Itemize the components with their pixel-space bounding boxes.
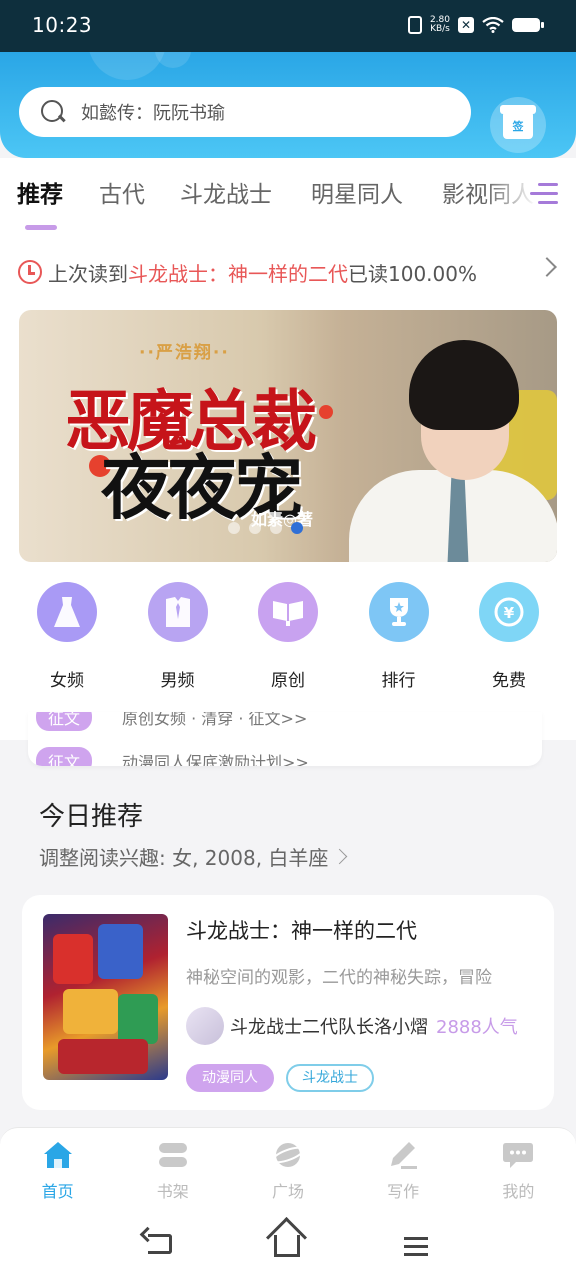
announcement-strip[interactable]: 征文 原创女频 · 清穿 · 征文>> 征文 动漫同人保底激励计划>> — [28, 712, 542, 766]
category-shortcuts: 女频 男频 原创 排行 ¥ 免费 — [12, 582, 564, 692]
chevron-right-icon — [332, 848, 348, 865]
last-read-book: 斗龙战士：神一样的二代 — [128, 261, 348, 286]
announcement-tag: 征文 — [36, 712, 93, 731]
tab-menu-icon[interactable] — [530, 182, 558, 206]
tab-dragon-warriors[interactable]: 斗龙战士 — [180, 175, 272, 209]
open-book-icon — [258, 582, 318, 642]
today-recommend-title: 今日推荐 — [39, 802, 144, 832]
book-author[interactable]: 斗龙战士二代队长洛小熠 — [230, 1013, 428, 1039]
notification-x-icon: ✕ — [458, 17, 474, 33]
daily-sign-in-button[interactable]: 签 — [490, 97, 546, 153]
nav-home[interactable]: 首页 — [8, 1128, 108, 1213]
banner-pagination — [228, 522, 303, 534]
book-author-row: 斗龙战士二代队长洛小熠 2888人气 — [186, 1007, 518, 1045]
announcement-tag: 征文 — [36, 747, 93, 766]
pagination-dot-active[interactable] — [291, 522, 303, 534]
status-icons: 2.80 KB/s ✕ — [407, 16, 544, 34]
decor-bubble — [155, 52, 191, 68]
nav-write[interactable]: 写作 — [353, 1128, 453, 1213]
reading-interest-link[interactable]: 调整阅读兴趣: 女, 2008, 白羊座 — [39, 842, 348, 871]
tab-celebrity-fanfic[interactable]: 明星同人 — [311, 175, 403, 209]
last-read-progress: 已读100.00% — [348, 261, 477, 286]
tab-ancient[interactable]: 古代 — [99, 175, 145, 209]
gift-icon: 签 — [500, 105, 536, 139]
category-free[interactable]: ¥ 免费 — [454, 582, 564, 692]
sign-in-label: 签 — [512, 120, 524, 133]
pagination-dot[interactable] — [270, 522, 282, 534]
pagination-dot[interactable] — [249, 522, 261, 534]
category-label: 免费 — [492, 671, 526, 691]
category-male[interactable]: 男频 — [123, 582, 233, 692]
search-icon — [41, 100, 65, 124]
flower-decor — [319, 405, 333, 419]
reading-interest-text: 调整阅读兴趣: 女, 2008, 白羊座 — [39, 846, 329, 870]
category-original[interactable]: 原创 — [233, 582, 343, 692]
header: 如懿传：阮阮书瑜 签 — [0, 52, 576, 158]
nav-label: 写作 — [387, 1182, 420, 1201]
bottom-navigation: 首页 书架 广场 写作 我的 — [0, 1127, 576, 1213]
decor-bubble — [88, 52, 166, 80]
active-tab-indicator — [25, 225, 57, 230]
category-label: 排行 — [381, 671, 416, 691]
avatar[interactable] — [186, 1007, 224, 1045]
book-tag[interactable]: 动漫同人 — [186, 1064, 274, 1092]
tab-recommend[interactable]: 推荐 — [17, 175, 63, 209]
book-tag[interactable]: 斗龙战士 — [286, 1064, 374, 1092]
book-description: 神秘空间的观影，二代的神秘失踪，冒险 — [186, 968, 492, 988]
book-cover[interactable] — [43, 914, 168, 1080]
category-label: 男频 — [160, 671, 195, 691]
banner-person-image — [349, 330, 557, 562]
nav-square[interactable]: 广场 — [238, 1128, 338, 1213]
planet-icon — [271, 1143, 304, 1167]
announcement-text: 原创女频 · 清穿 · 征文>> — [122, 712, 308, 728]
bookshelf-icon — [158, 1143, 187, 1167]
vibrate-icon — [407, 16, 422, 34]
shirt-icon — [147, 582, 208, 642]
net-speed-unit: KB/s — [430, 24, 450, 34]
book-title[interactable]: 斗龙战士：神一样的二代 — [186, 915, 417, 945]
status-time: 10:23 — [32, 13, 93, 37]
nav-label: 首页 — [41, 1182, 74, 1201]
nav-mine[interactable]: 我的 — [468, 1128, 568, 1213]
announcement-text: 动漫同人保底激励计划>> — [122, 753, 309, 766]
recents-menu-icon[interactable] — [404, 1237, 428, 1257]
nav-bookshelf[interactable]: 书架 — [123, 1128, 223, 1213]
coin-icon: ¥ — [479, 582, 539, 642]
wifi-icon — [482, 17, 504, 33]
category-female[interactable]: 女频 — [12, 582, 122, 692]
battery-icon — [512, 18, 544, 32]
announcement-row[interactable]: 征文 原创女频 · 清穿 · 征文>> — [36, 712, 308, 731]
trophy-icon — [368, 582, 429, 642]
nav-label: 我的 — [502, 1182, 535, 1201]
category-label: 原创 — [271, 671, 305, 691]
search-input[interactable]: 如懿传：阮阮书瑜 — [19, 87, 471, 137]
category-label: 女频 — [50, 671, 84, 691]
pagination-dot[interactable] — [228, 522, 240, 534]
book-card[interactable]: 斗龙战士：神一样的二代 神秘空间的观影，二代的神秘失踪，冒险 斗龙战士二代队长洛… — [22, 895, 554, 1110]
category-ranking[interactable]: 排行 — [344, 582, 454, 692]
svg-text:¥: ¥ — [504, 604, 515, 622]
clock-icon — [18, 260, 42, 284]
dress-icon — [37, 582, 97, 642]
home-button-icon[interactable] — [274, 1235, 300, 1257]
status-bar: 10:23 2.80 KB/s ✕ — [0, 0, 576, 52]
last-read-bar[interactable]: 上次读到 斗龙战士：神一样的二代 已读100.00% — [18, 255, 558, 289]
book-popularity: 2888人气 — [436, 1017, 518, 1038]
system-navigation-bar — [0, 1213, 576, 1280]
net-speed: 2.80 KB/s — [430, 16, 450, 34]
nav-label: 书架 — [156, 1182, 189, 1201]
chat-bubble-icon — [503, 1143, 534, 1168]
banner-author-top: ··严浩翔·· — [139, 343, 230, 363]
pen-icon — [391, 1142, 418, 1169]
last-read-prefix: 上次读到 — [48, 261, 128, 286]
home-icon — [43, 1142, 72, 1168]
nav-label: 广场 — [271, 1182, 304, 1201]
back-icon[interactable] — [148, 1234, 172, 1254]
announcement-row[interactable]: 征文 动漫同人保底激励计划>> — [36, 747, 309, 766]
search-placeholder: 如懿传：阮阮书瑜 — [81, 103, 225, 124]
